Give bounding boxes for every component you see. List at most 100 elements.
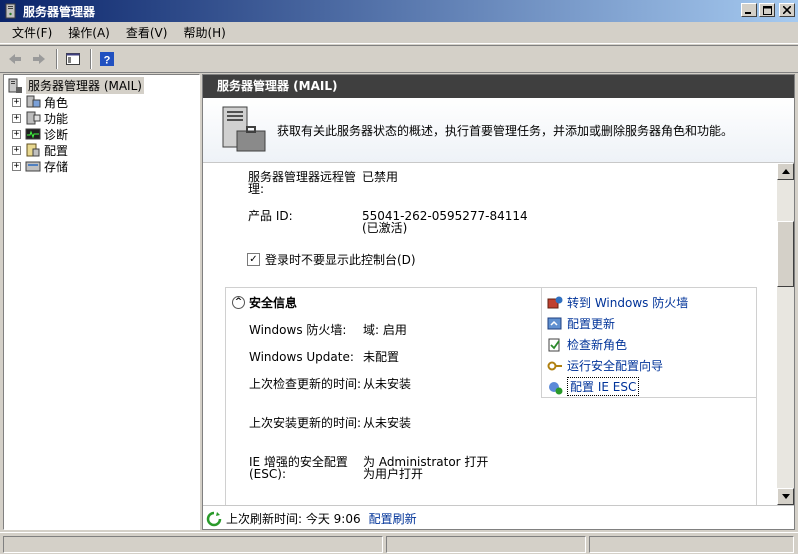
info-label: 上次检查更新的时间: <box>249 377 362 391</box>
checkbox-label: 登录时不要显示此控制台(D) <box>265 253 416 267</box>
menu-action[interactable]: 操作(A) <box>60 23 118 43</box>
toolbar-separator <box>90 49 92 69</box>
summary-banner: 获取有关此服务器状态的概述，执行首要管理任务，并添加或删除服务器角色和功能。 <box>203 98 794 163</box>
security-row: 上次检查更新的时间: 从未安装 <box>249 378 533 390</box>
expand-icon[interactable]: + <box>12 129 21 139</box>
product-id-row: 产品 ID: 55041-262-0595277-84114 (已激活) <box>248 210 532 234</box>
scroll-down-button[interactable] <box>777 488 794 505</box>
svg-text:?: ? <box>104 55 111 67</box>
server-icon <box>8 78 22 93</box>
security-row: Windows Update: 未配置 <box>249 351 533 363</box>
tree-node-label: 存储 <box>44 159 69 174</box>
menu-file[interactable]: 文件(F) <box>4 23 60 43</box>
status-panel <box>589 536 794 553</box>
info-label: IE 增强的安全配置(ESC): <box>249 455 348 481</box>
configuration-icon <box>26 143 40 157</box>
maximize-icon <box>762 5 772 15</box>
maximize-button[interactable] <box>759 3 775 17</box>
minimize-button[interactable] <box>741 3 757 17</box>
toolbar: ? <box>0 45 798 73</box>
tree-node-features[interactable]: + 功能 <box>4 110 199 126</box>
tree-root-label: 服务器管理器 (MAIL) <box>26 77 144 94</box>
help-icon: ? <box>100 52 114 67</box>
expand-icon[interactable]: + <box>12 97 21 107</box>
check-roles-icon <box>548 338 560 351</box>
toolbar-separator <box>56 49 58 69</box>
expand-icon[interactable]: + <box>12 145 21 155</box>
scroll-down-arrow-icon <box>781 494 790 499</box>
tree-node-storage[interactable]: + 存储 <box>4 158 199 174</box>
security-tasks: 转到 Windows 防火墙 配置更新 检查新角色 运行安全配置向导 配置 IE… <box>541 288 756 398</box>
scroll-up-button[interactable] <box>777 163 794 180</box>
tree-node-label: 功能 <box>44 111 69 126</box>
task-goto-firewall[interactable]: 转到 Windows 防火墙 <box>542 292 756 313</box>
security-information-section: ^ 安全信息 Windows 防火墙: 域: 启用 Windows Update… <box>225 287 757 505</box>
tree-node-roles[interactable]: + 角色 <box>4 94 199 110</box>
help-button[interactable]: ? <box>96 48 118 70</box>
info-label: Windows 防火墙: <box>249 323 347 337</box>
info-value: 已禁用 <box>362 170 399 184</box>
server-toolbox-icon <box>222 106 266 152</box>
info-value: 从未安装 <box>363 377 412 391</box>
task-check-new-roles[interactable]: 检查新角色 <box>542 334 756 355</box>
info-value: 55041-262-0595277-84114 (已激活) <box>362 209 528 235</box>
pane-description: 获取有关此服务器状态的概述，执行首要管理任务，并添加或删除服务器角色和功能。 <box>277 123 734 138</box>
info-label: Windows Update: <box>249 350 354 364</box>
configure-refresh-link[interactable]: 配置刷新 <box>369 510 417 527</box>
task-configure-updates[interactable]: 配置更新 <box>542 313 756 334</box>
security-row: 上次安装更新的时间: 从未安装 <box>249 417 533 429</box>
menu-help[interactable]: 帮助(H) <box>175 23 233 43</box>
server-manager-app-icon <box>5 3 16 19</box>
storage-icon <box>25 161 41 172</box>
diagnostics-icon <box>25 128 41 140</box>
dont-show-at-logon-option[interactable]: ✓ 登录时不要显示此控制台(D) <box>247 251 416 268</box>
status-panel <box>3 536 383 553</box>
menu-view[interactable]: 查看(V) <box>118 23 176 43</box>
tree-root-server-manager[interactable]: 服务器管理器 (MAIL) <box>4 77 199 94</box>
expand-icon[interactable]: + <box>12 161 21 171</box>
tree-node-label: 诊断 <box>44 127 69 142</box>
scroll-thumb[interactable] <box>777 221 794 287</box>
info-value: 域: 启用 <box>363 323 407 337</box>
task-label[interactable]: 转到 Windows 防火墙 <box>567 294 688 311</box>
refresh-status: 上次刷新时间: 今天 9:06 配置刷新 <box>203 505 794 529</box>
show-hide-tree-button[interactable] <box>62 48 84 70</box>
window-title: 服务器管理器 <box>23 4 96 19</box>
section-header[interactable]: ^ 安全信息 <box>232 294 297 311</box>
minimize-icon <box>745 12 751 14</box>
task-label[interactable]: 配置 IE ESC <box>567 377 640 396</box>
summary-content: 服务器管理器远程管理: 已禁用 产品 ID: 55041-262-0595277… <box>203 163 778 505</box>
collapse-up-icon[interactable]: ^ <box>232 296 245 309</box>
update-icon <box>547 317 562 329</box>
forward-button[interactable] <box>28 48 50 70</box>
info-value: 为 Administrator 打开 为用户打开 <box>363 455 489 481</box>
roles-icon <box>26 95 41 108</box>
ie-esc-icon <box>549 381 563 394</box>
vertical-scrollbar[interactable] <box>777 163 794 505</box>
back-button[interactable] <box>4 48 26 70</box>
task-security-wizard[interactable]: 运行安全配置向导 <box>542 355 756 376</box>
last-refresh-text: 上次刷新时间: 今天 9:06 <box>226 512 361 526</box>
firewall-icon <box>547 296 563 308</box>
features-icon <box>26 111 41 125</box>
info-label: 服务器管理器远程管理: <box>248 170 357 196</box>
tree-node-configuration[interactable]: + 配置 <box>4 142 199 158</box>
tree-node-label: 配置 <box>44 143 69 158</box>
wizard-icon <box>547 361 562 370</box>
task-label[interactable]: 配置更新 <box>567 315 615 332</box>
tree-node-diagnostics[interactable]: + 诊断 <box>4 126 199 142</box>
forward-arrow-icon <box>33 54 45 64</box>
security-row: IE 增强的安全配置(ESC): 为 Administrator 打开 为用户打… <box>249 456 533 480</box>
close-icon <box>783 6 791 14</box>
task-configure-ie-esc[interactable]: 配置 IE ESC <box>542 376 756 397</box>
task-label[interactable]: 检查新角色 <box>567 336 627 353</box>
pane-header: 服务器管理器 (MAIL) <box>203 75 794 98</box>
task-label[interactable]: 运行安全配置向导 <box>567 357 663 374</box>
details-pane: 服务器管理器 (MAIL) 获取有关此服务器状态的概述，执行首要管理任务，并添加… <box>202 74 795 530</box>
close-button[interactable] <box>779 3 795 17</box>
dont-show-at-logon-checkbox[interactable]: ✓ <box>247 253 260 266</box>
security-row: Windows 防火墙: 域: 启用 <box>249 324 533 336</box>
status-panel <box>386 536 586 553</box>
menu-bar: 文件(F) 操作(A) 查看(V) 帮助(H) <box>0 22 798 44</box>
expand-icon[interactable]: + <box>12 113 21 123</box>
